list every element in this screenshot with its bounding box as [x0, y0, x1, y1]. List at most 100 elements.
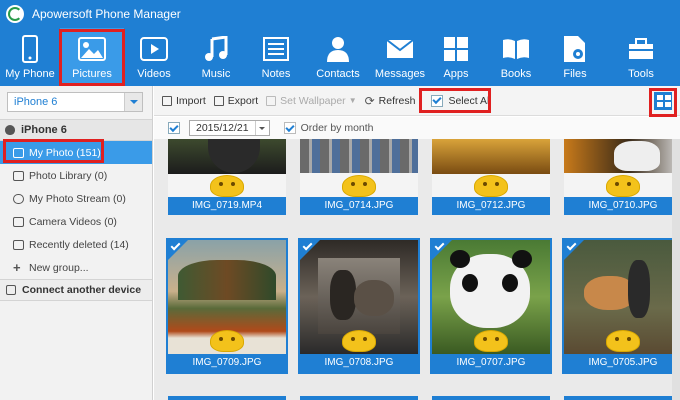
- title-bar: Apowersoft Phone Manager: [0, 0, 680, 28]
- order-by-month-checkbox[interactable]: Order by month: [283, 122, 374, 134]
- photo-thumbnail[interactable]: IMG_0714.JPG: [300, 139, 418, 215]
- notes-icon: [261, 34, 291, 64]
- photo-name: IMG_0707.JPG: [432, 354, 550, 372]
- connect-icon: [6, 285, 16, 295]
- sidebar-item-recently-deleted[interactable]: Recently deleted (14): [0, 233, 152, 256]
- photo-thumbnail[interactable]: [300, 396, 418, 400]
- sidebar-item-label: Photo Library (0): [29, 169, 108, 182]
- photo-name: IMG_0705.JPG: [564, 354, 680, 372]
- refresh-icon: ⟳: [364, 93, 375, 108]
- chevron-down-icon[interactable]: [124, 93, 142, 111]
- camera-icon: [13, 216, 24, 227]
- checkbox-icon: [283, 122, 296, 134]
- main-toolbar: My Phone Pictures Videos Music Notes Con…: [0, 28, 680, 86]
- tab-label: Messages: [374, 68, 426, 80]
- wallpaper-icon: [266, 95, 277, 106]
- tab-files[interactable]: Files: [548, 28, 602, 86]
- sidebar-item-photo-stream[interactable]: My Photo Stream (0): [0, 187, 152, 210]
- photo-name: IMG_0714.JPG: [300, 197, 418, 215]
- set-wallpaper-label: Set Wallpaper: [280, 94, 346, 107]
- sidebar-item-my-photo[interactable]: My Photo (151): [0, 141, 152, 164]
- import-button[interactable]: Import: [162, 95, 206, 107]
- tab-music[interactable]: Music: [184, 28, 248, 86]
- video-icon: [139, 34, 169, 64]
- tab-label: Apps: [443, 68, 469, 80]
- tab-messages[interactable]: Messages: [372, 28, 428, 86]
- action-bar: Import Export Set Wallpaper ▼ ⟳ Refresh …: [154, 86, 680, 116]
- app-logo-icon: [6, 5, 24, 23]
- tab-tools[interactable]: Tools: [602, 28, 680, 86]
- checkbox-icon: [431, 94, 444, 107]
- select-all-label: Select All: [448, 94, 492, 107]
- contacts-icon: [323, 34, 353, 64]
- connect-label: Connect another device: [22, 284, 142, 296]
- sidebar-item-label: New group...: [29, 261, 89, 274]
- photo-name: IMG_0709.JPG: [168, 354, 286, 372]
- chevron-down-icon: [254, 121, 269, 135]
- date-bar: 2015/12/21 Order by month: [154, 117, 680, 139]
- photo-image: [300, 139, 418, 197]
- photo-name: IMG_0712.JPG: [432, 197, 550, 215]
- tab-pictures[interactable]: Pictures: [60, 28, 124, 86]
- connect-another-device[interactable]: Connect another device: [0, 279, 152, 301]
- tab-label: Videos: [137, 68, 171, 80]
- photo-thumbnail[interactable]: [432, 396, 550, 400]
- import-label: Import: [176, 94, 206, 107]
- tab-label: Music: [201, 68, 231, 80]
- tools-icon: [626, 34, 656, 64]
- date-select[interactable]: 2015/12/21: [189, 120, 270, 136]
- device-select[interactable]: iPhone 6: [7, 92, 143, 112]
- photo-image: [564, 139, 680, 197]
- photo-caption-strip: [564, 396, 680, 400]
- photo-icon: [13, 147, 24, 158]
- photo-thumbnail[interactable]: IMG_0707.JPG: [430, 238, 552, 374]
- tab-books[interactable]: Books: [484, 28, 548, 86]
- tab-label: Tools: [628, 68, 654, 80]
- scrollbar[interactable]: [672, 139, 680, 400]
- date-checkbox[interactable]: [168, 122, 180, 134]
- order-by-month-label: Order by month: [300, 122, 374, 134]
- photo-name: IMG_0719.MP4: [168, 197, 286, 215]
- device-name: iPhone 6: [21, 124, 67, 136]
- phone-icon: [15, 34, 45, 64]
- album-list: My Photo (151) Photo Library (0) My Phot…: [0, 141, 152, 279]
- tab-label: Contacts: [316, 68, 360, 80]
- chevron-down-icon: ▼: [348, 96, 357, 105]
- photo-thumbnail[interactable]: [168, 396, 286, 400]
- photo-thumbnail[interactable]: IMG_0710.JPG: [564, 139, 680, 215]
- sidebar-item-new-group[interactable]: + New group...: [0, 256, 152, 279]
- photo-thumbnail[interactable]: IMG_0708.JPG: [298, 238, 420, 374]
- selected-check-icon: [300, 240, 320, 260]
- tab-label: Notes: [261, 68, 291, 80]
- photo-name: IMG_0710.JPG: [564, 197, 680, 215]
- cloud-icon: [13, 193, 24, 204]
- sidebar-item-label: Camera Videos (0): [29, 215, 117, 228]
- photo-thumbnail[interactable]: IMG_0709.JPG: [166, 238, 288, 374]
- device-select-value: iPhone 6: [14, 96, 58, 108]
- select-all-checkbox[interactable]: Select All: [431, 94, 492, 107]
- sidebar-item-label: My Photo Stream (0): [29, 192, 126, 205]
- music-icon: [201, 34, 231, 64]
- tab-my-phone[interactable]: My Phone: [0, 28, 60, 86]
- grid-view-icon[interactable]: [654, 92, 672, 110]
- app-title: Apowersoft Phone Manager: [32, 7, 181, 21]
- sidebar-item-label: Recently deleted (14): [29, 238, 129, 251]
- sidebar-item-camera-videos[interactable]: Camera Videos (0): [0, 210, 152, 233]
- import-icon: [162, 95, 172, 106]
- photo-thumbnail[interactable]: IMG_0705.JPG: [562, 238, 680, 374]
- photo-thumbnail[interactable]: [564, 396, 680, 400]
- photo-thumbnail[interactable]: IMG_0712.JPG: [432, 139, 550, 215]
- sidebar: iPhone 6 iPhone 6 My Photo (151) Photo L…: [0, 86, 153, 400]
- sidebar-item-photo-library[interactable]: Photo Library (0): [0, 164, 152, 187]
- refresh-button[interactable]: ⟳ Refresh: [365, 94, 416, 108]
- tab-contacts[interactable]: Contacts: [304, 28, 372, 86]
- set-wallpaper-button[interactable]: Set Wallpaper ▼: [266, 94, 357, 107]
- selected-check-icon: [564, 240, 584, 260]
- photo-caption-strip: [300, 396, 418, 400]
- export-button[interactable]: Export: [213, 95, 258, 107]
- photo-thumbnail[interactable]: IMG_0719.MP4: [168, 139, 286, 215]
- tab-videos[interactable]: Videos: [124, 28, 184, 86]
- tab-apps[interactable]: Apps: [428, 28, 484, 86]
- photo-image: [168, 139, 286, 197]
- tab-notes[interactable]: Notes: [248, 28, 304, 86]
